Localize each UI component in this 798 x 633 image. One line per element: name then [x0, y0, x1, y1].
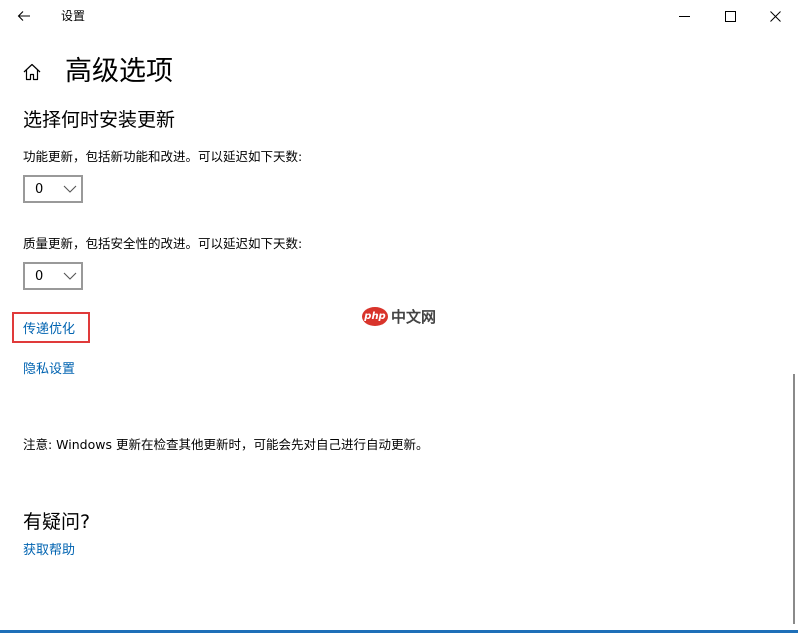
get-help-link[interactable]: 获取帮助 — [23, 542, 75, 560]
page-title: 高级选项 — [65, 56, 173, 87]
feature-updates-value: 0 — [35, 182, 44, 197]
update-note: 注意: Windows 更新在检查其他更新时，可能会先对自己进行自动更新。 — [23, 437, 429, 452]
delivery-optimization-link[interactable]: 传递优化 — [23, 321, 75, 339]
chevron-down-icon — [63, 185, 77, 193]
feature-updates-label: 功能更新，包括新功能和改进。可以延迟如下天数: — [23, 149, 303, 164]
app-title: 设置 — [61, 9, 86, 23]
quality-updates-label: 质量更新，包括安全性的改进。可以延迟如下天数: — [23, 236, 303, 251]
title-bar: 设置 — [0, 0, 798, 32]
feature-updates-dropdown[interactable]: 0 — [23, 175, 83, 203]
section-title: 选择何时安装更新 — [23, 109, 176, 131]
watermark-text: 中文网 — [391, 308, 437, 326]
help-title: 有疑问? — [23, 511, 91, 533]
chevron-down-icon — [63, 272, 77, 280]
close-button[interactable] — [752, 0, 798, 32]
home-icon[interactable] — [21, 61, 43, 83]
scrollbar[interactable] — [793, 374, 795, 624]
back-button[interactable] — [4, 0, 44, 32]
minimize-button[interactable] — [661, 0, 707, 32]
minimize-icon — [678, 15, 690, 17]
watermark-badge: php — [362, 307, 388, 326]
maximize-button[interactable] — [707, 0, 753, 32]
privacy-settings-link[interactable]: 隐私设置 — [23, 361, 75, 379]
close-icon — [769, 10, 781, 22]
quality-updates-dropdown[interactable]: 0 — [23, 262, 83, 290]
settings-window: 设置 高级选项 选择何时安装更新 功能更新，包括新功能和改进。可以延迟如下天数:… — [0, 0, 798, 633]
maximize-icon — [724, 10, 736, 22]
watermark-logo: php 中文网 — [362, 306, 436, 327]
quality-updates-value: 0 — [35, 269, 44, 284]
back-arrow-icon — [17, 11, 30, 21]
